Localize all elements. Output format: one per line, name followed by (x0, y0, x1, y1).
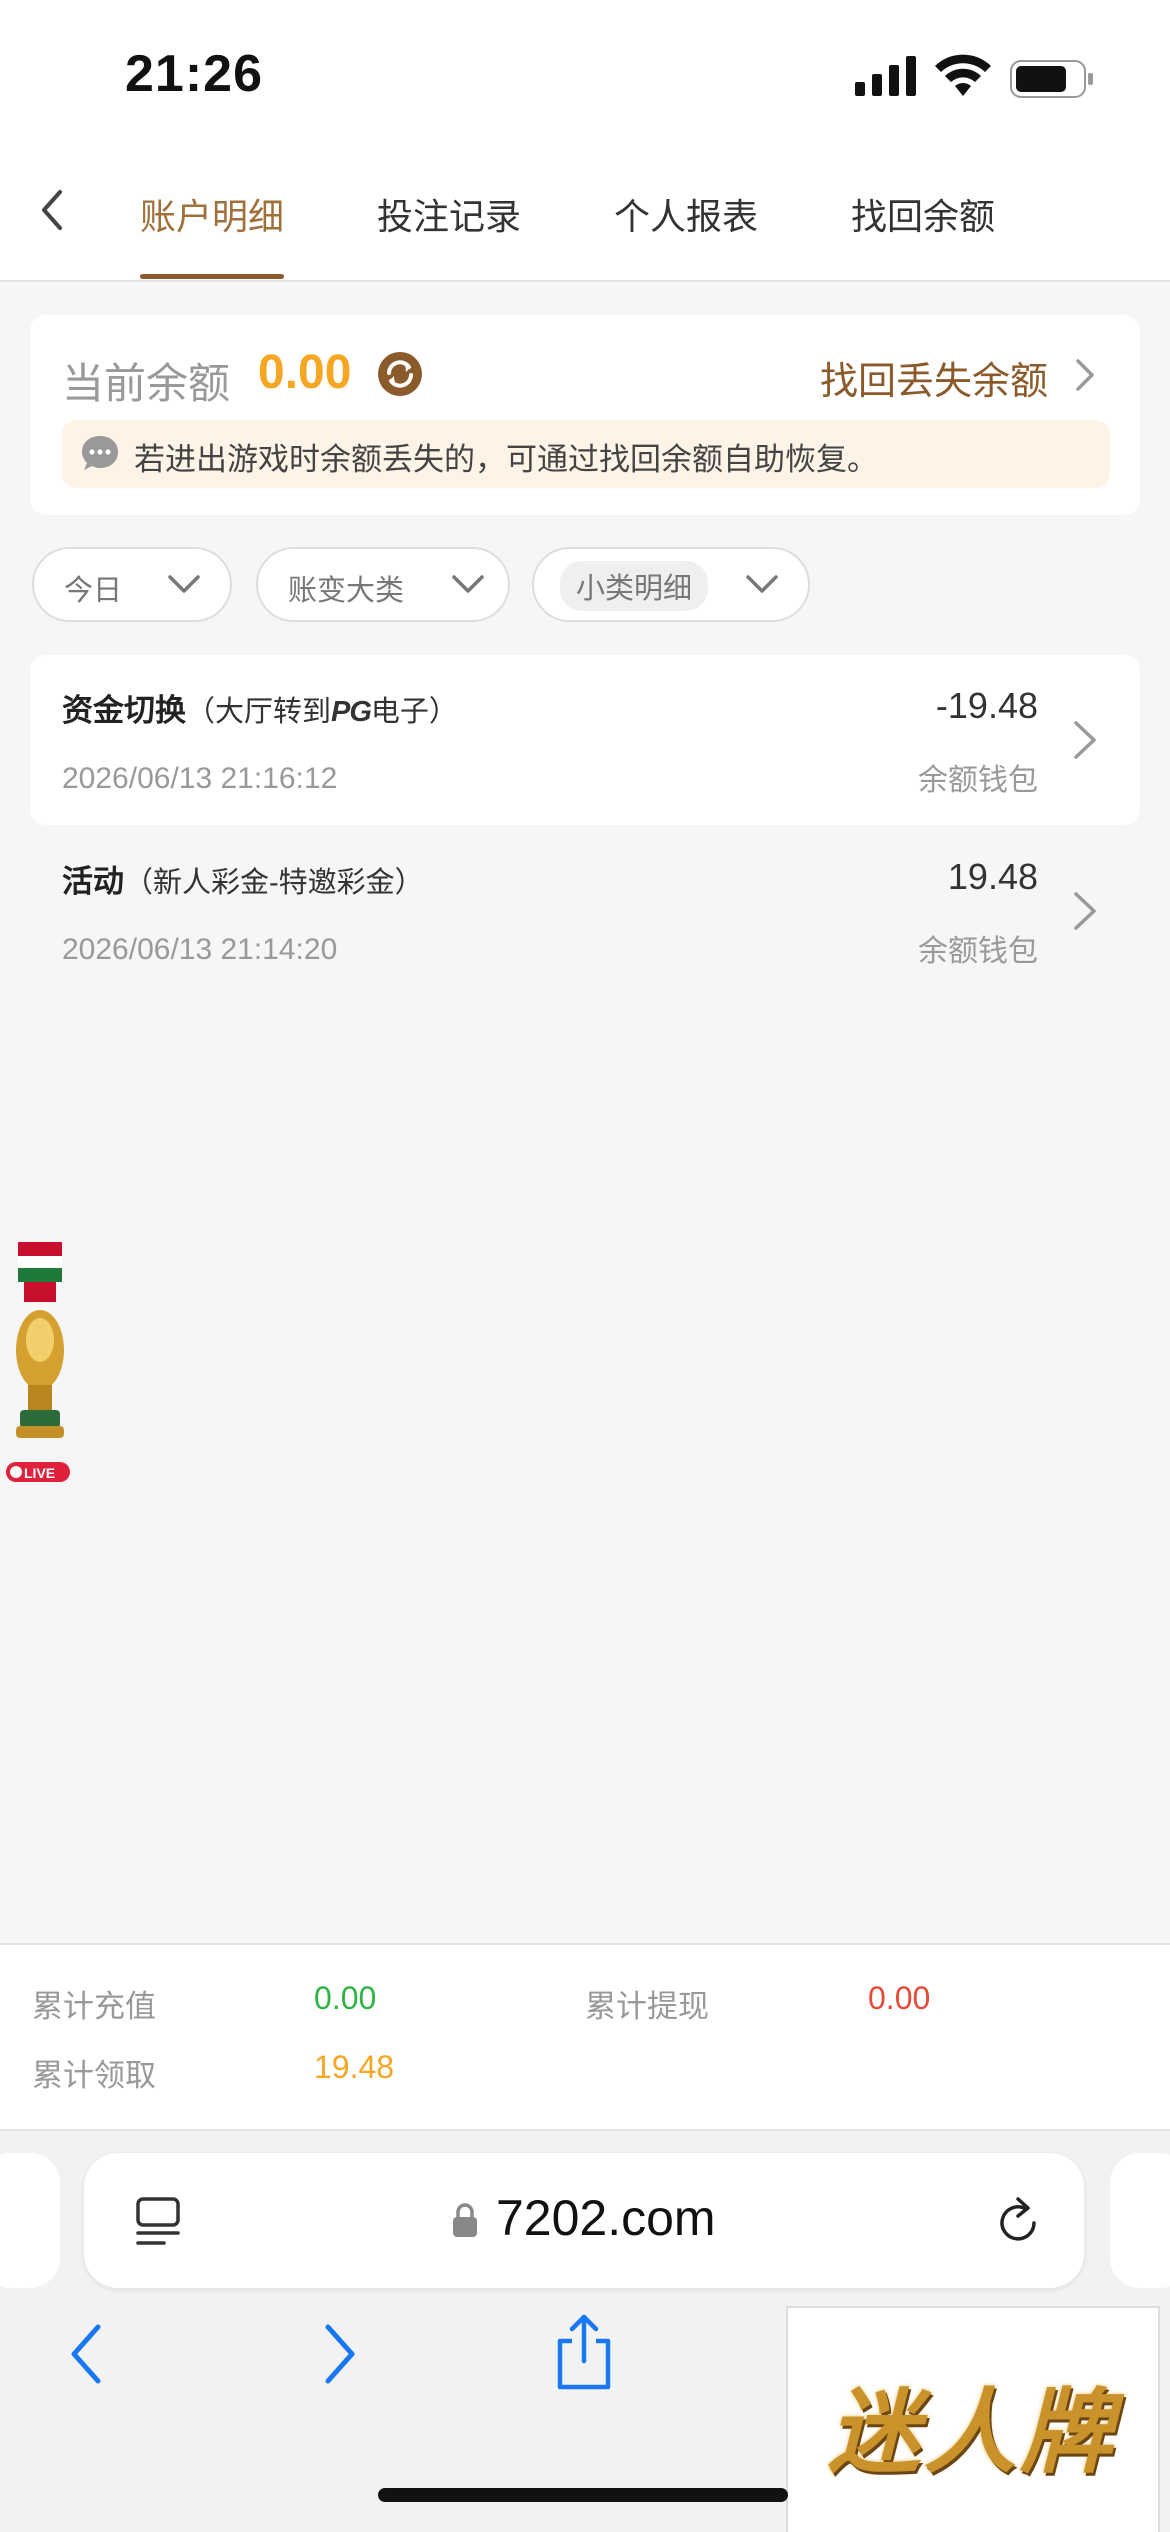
world-cup-live-badge[interactable]: LIVE (0, 1240, 75, 1485)
home-indicator (378, 2488, 788, 2502)
promo-brand-text: 迷人牌 (828, 2378, 1117, 2486)
live-label: LIVE (24, 1465, 55, 1481)
browser-toolbar: 7202.com 迷人牌 (0, 2129, 1170, 2532)
screen: 21:26 账户明细 投注记录 个人报表 找回余额 当前余额 0.00 找回丢失… (0, 0, 1170, 2532)
record-amount: 19.48 (947, 856, 1038, 897)
filter-category[interactable]: 账变大类 (256, 547, 510, 622)
next-tab-preview[interactable] (1110, 2153, 1170, 2288)
record-row[interactable]: 资金切换（大厅转到PG电子） 2026/06/13 21:16:12 -19.4… (30, 655, 1140, 825)
chevron-right-icon[interactable] (1070, 355, 1100, 395)
filter-subcategory[interactable]: 小类明细 (532, 547, 810, 622)
total-withdraw-label: 累计提现 (585, 1989, 709, 2024)
chevron-down-icon (452, 575, 484, 593)
refresh-icon[interactable] (375, 349, 425, 399)
wifi-icon (935, 54, 991, 96)
record-wallet: 余额钱包 (918, 764, 1038, 797)
previous-tab-preview[interactable] (0, 2153, 60, 2288)
total-claim-value: 19.48 (314, 2049, 395, 2085)
share-icon[interactable] (552, 2311, 616, 2391)
record-wallet: 余额钱包 (918, 935, 1038, 968)
summary-panel: 累计充值 0.00 累计提现 0.00 累计领取 19.48 (0, 1943, 1170, 2129)
total-claim-label: 累计领取 (32, 2058, 156, 2093)
recover-lost-balance-link[interactable]: 找回丢失余额 (820, 350, 1048, 405)
page-menu-icon[interactable] (134, 2195, 184, 2249)
record-subtitle: （大厅转到PG电子） (186, 696, 458, 728)
back-arrow-icon[interactable] (28, 180, 78, 240)
notice-text: 若进出游戏时余额丢失的，可通过找回余额自助恢复。 (134, 442, 878, 477)
pg-brand: PG (331, 696, 372, 728)
tab-bar: 账户明细 投注记录 个人报表 找回余额 (0, 150, 1170, 282)
tab-active-indicator (140, 274, 284, 279)
reload-icon[interactable] (994, 2193, 1044, 2249)
chevron-right-icon (1074, 721, 1096, 759)
tab-bet-records[interactable]: 投注记录 (377, 188, 521, 240)
balance-label: 当前余额 (62, 360, 231, 407)
filter-subcategory-label: 小类明细 (560, 561, 709, 611)
forward-icon[interactable] (316, 2319, 362, 2389)
back-icon[interactable] (64, 2319, 110, 2389)
address-bar[interactable]: 7202.com (84, 2153, 1084, 2288)
lock-icon (453, 2203, 477, 2237)
status-bar: 21:26 (0, 0, 1170, 150)
message-icon (82, 436, 118, 470)
recover-notice: 若进出游戏时余额丢失的，可通过找回余额自助恢复。 (62, 420, 1110, 488)
filter-category-label: 账变大类 (288, 575, 405, 607)
tab-personal-report[interactable]: 个人报表 (614, 188, 758, 240)
tab-recover-balance[interactable]: 找回余额 (851, 188, 995, 240)
total-deposit-label: 累计充值 (32, 1989, 156, 2024)
record-title: 活动（新人彩金-特邀彩金） (62, 864, 424, 899)
signal-icon (855, 56, 916, 96)
url-text: 7202.com (496, 2190, 716, 2246)
total-deposit-value: 0.00 (314, 1980, 377, 2016)
battery-icon (1010, 60, 1093, 98)
filter-date-label: 今日 (64, 575, 123, 607)
filter-date[interactable]: 今日 (32, 547, 232, 622)
status-time: 21:26 (125, 45, 263, 103)
balance-card: 当前余额 0.00 找回丢失余额 若进出游戏时余额丢失的，可通过找回余额自助恢复… (30, 315, 1140, 515)
record-date: 2026/06/13 21:14:20 (62, 933, 338, 966)
tab-account-details[interactable]: 账户明细 (140, 188, 284, 240)
chevron-right-icon (1074, 892, 1096, 930)
promo-watermark: 迷人牌 (786, 2306, 1160, 2532)
total-withdraw-value: 0.00 (868, 1980, 931, 2016)
record-title: 资金切换（大厅转到PG电子） (62, 693, 458, 728)
balance-value: 0.00 (258, 346, 352, 399)
chevron-down-icon (168, 575, 200, 593)
record-amount: -19.48 (935, 685, 1038, 726)
record-row[interactable]: 活动（新人彩金-特邀彩金） 2026/06/13 21:14:20 19.48 … (30, 826, 1140, 996)
record-date: 2026/06/13 21:16:12 (62, 762, 338, 795)
chevron-down-icon (746, 575, 778, 593)
record-subtitle: （新人彩金-特邀彩金） (124, 867, 424, 899)
